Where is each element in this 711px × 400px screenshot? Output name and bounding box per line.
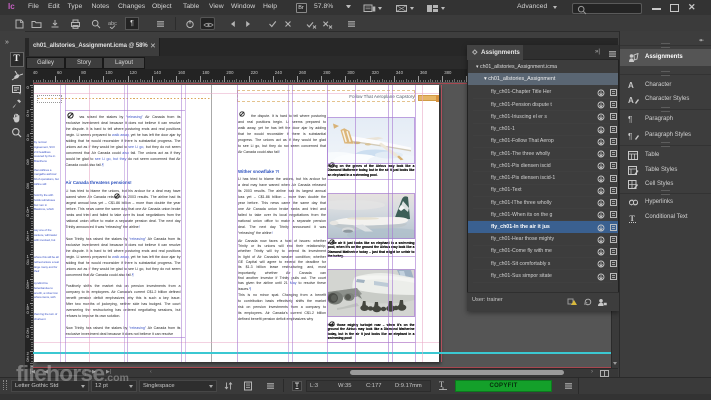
svg-text:T: T bbox=[630, 214, 636, 223]
svg-text:abc: abc bbox=[108, 21, 117, 27]
svg-text:¶: ¶ bbox=[628, 132, 632, 141]
svg-text:A: A bbox=[628, 96, 634, 105]
